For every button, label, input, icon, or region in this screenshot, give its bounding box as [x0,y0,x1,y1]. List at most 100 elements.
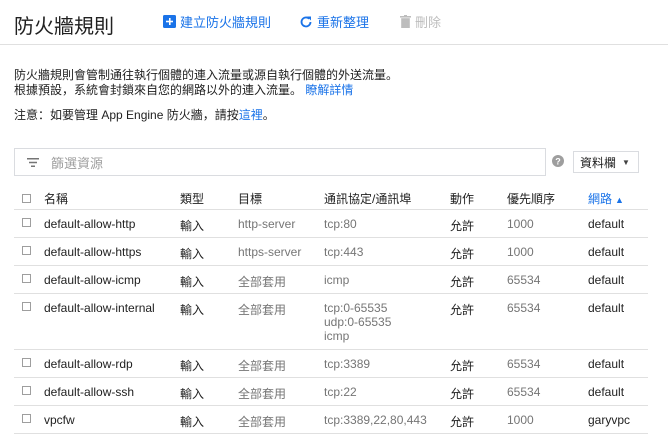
info-line-1: 防火牆規則會管制通往執行個體的連入流量或源自執行個體的外送流量。 [14,68,399,82]
create-label: 建立防火牆規則 [180,15,272,30]
rule-priority: 65534 [507,301,541,315]
rule-priority: 1000 [507,245,534,259]
row-checkbox[interactable] [22,358,31,367]
column-header-network[interactable]: 網路 ▲ [588,187,648,210]
rule-target: 全部套用 [238,387,287,401]
columns-label: 資料欄 [580,155,617,170]
rule-network[interactable]: default [588,266,648,287]
rule-protocol: tcp:443 [324,238,450,259]
table-header-row: 名稱 類型 目標 通訊協定/通訊埠 動作 優先順序 網路 ▲ [14,187,648,210]
table-row[interactable]: default-allow-rdp 輸入 全部套用 tcp:3389 允許 65534 de… [14,349,648,378]
protocol-line: tcp:80 [324,217,357,231]
column-header-protocol[interactable]: 通訊協定/通訊埠 [324,187,450,210]
svg-text:?: ? [555,156,561,166]
protocol-line: icmp [324,329,350,343]
row-checkbox[interactable] [22,246,31,255]
row-checkbox[interactable] [22,302,31,311]
rule-priority: 65534 [507,273,541,287]
rule-protocol: tcp:80 [324,210,450,231]
create-firewall-rule-button[interactable]: 建立防火牆規則 [163,12,271,31]
table-row[interactable]: default-allow-ssh 輸入 全部套用 tcp:22 允許 65534 defa… [14,377,648,406]
rule-network[interactable]: default [588,378,648,399]
rule-network[interactable]: default [588,294,648,315]
protocol-line: icmp [324,273,350,287]
table-row[interactable]: vpcfw 輸入 全部套用 tcp:3389,22,80,443 允許 1000 garyv… [14,405,648,434]
rule-action: 允許 [450,387,475,401]
dropdown-arrow-icon: ▼ [622,157,630,167]
row-checkbox[interactable] [22,218,31,227]
table-row[interactable]: default-allow-icmp 輸入 全部套用 icmp 允許 65534 defau… [14,265,648,294]
page-header: 防火牆規則 建立防火牆規則 重新整理 刪除 [0,0,668,45]
rule-type: 輸入 [180,359,205,373]
sort-ascending-icon: ▲ [615,194,624,205]
column-header-target[interactable]: 目標 [238,187,324,210]
rule-type: 輸入 [180,247,205,261]
firewall-rules-table: 名稱 類型 目標 通訊協定/通訊埠 動作 優先順序 網路 ▲ default-al… [14,187,648,434]
rule-priority: 1000 [507,217,534,231]
rule-type: 輸入 [180,387,205,401]
rule-network[interactable]: default [588,210,648,231]
help-icon[interactable]: ? [552,155,564,167]
row-checkbox[interactable] [22,386,31,395]
table-row[interactable]: default-allow-https 輸入 https-server tcp:443… [14,237,648,266]
delete-label: 刪除 [415,15,442,30]
rule-name[interactable]: default-allow-http [44,210,180,231]
rule-name[interactable]: default-allow-rdp [44,350,180,371]
rule-target: 全部套用 [238,415,287,429]
rule-type: 輸入 [180,303,205,317]
rule-protocol: tcp:22 [324,378,450,399]
rule-name[interactable]: default-allow-icmp [44,266,180,287]
rule-type: 輸入 [180,275,205,289]
rule-target: http-server [238,217,296,231]
learn-more-link[interactable]: 瞭解詳情 [305,83,353,97]
columns-button[interactable]: 資料欄 ▼ [573,151,639,173]
column-header-type[interactable]: 類型 [180,187,238,210]
protocol-line: tcp:3389,22,80,443 [324,413,427,427]
app-engine-note: 注意：如要管理 App Engine 防火牆，請按這裡。 [14,108,275,122]
rule-type: 輸入 [180,415,205,429]
rule-target: 全部套用 [238,303,287,317]
page-title: 防火牆規則 [14,16,114,38]
rule-action: 允許 [450,219,475,233]
rule-network[interactable]: default [588,238,648,259]
refresh-button[interactable]: 重新整理 [299,12,369,31]
protocol-line: tcp:443 [324,245,364,259]
rule-name[interactable]: default-allow-ssh [44,378,180,399]
rule-priority: 65534 [507,357,541,371]
rule-network[interactable]: garyvpc [588,406,648,427]
protocol-line: tcp:22 [324,385,357,399]
rule-protocol: tcp:3389,22,80,443 [324,406,450,427]
rule-action: 允許 [450,359,475,373]
rule-name[interactable]: vpcfw [44,406,180,427]
protocol-line: tcp:3389 [324,357,371,371]
rule-name[interactable]: default-allow-https [44,238,180,259]
rule-target: https-server [238,245,302,259]
row-checkbox[interactable] [22,414,31,423]
rule-name[interactable]: default-allow-internal [44,294,180,315]
rule-action: 允許 [450,275,475,289]
filter-icon [27,157,39,167]
trash-icon [400,15,411,28]
column-header-action[interactable]: 動作 [450,187,507,210]
rule-target: 全部套用 [238,359,287,373]
filter-bar[interactable]: 篩選資源 [14,148,546,176]
refresh-label: 重新整理 [317,15,370,30]
rule-target: 全部套用 [238,275,287,289]
app-engine-link[interactable]: 這裡 [239,108,263,122]
protocol-line: udp:0-65535 [324,315,392,329]
rule-protocol: icmp [324,266,450,287]
rule-network[interactable]: default [588,350,648,371]
rule-priority: 1000 [507,413,534,427]
rule-action: 允許 [450,247,475,261]
table-row[interactable]: default-allow-http 輸入 http-server tcp:80 允許 1… [14,209,648,238]
info-line-2: 根據預設，系統會封鎖來自您的網路以外的連入流量。 瞭解詳情 [14,83,354,97]
table-row[interactable]: default-allow-internal 輸入 全部套用 tcp:0-65535 u… [14,293,648,350]
row-checkbox[interactable] [22,274,31,283]
rule-protocol: tcp:0-65535 udp:0-65535 icmp [324,294,450,343]
filter-placeholder: 篩選資源 [51,155,104,171]
delete-button[interactable]: 刪除 [400,12,441,31]
select-all-checkbox[interactable] [22,193,31,203]
column-header-name[interactable]: 名稱 [44,187,180,210]
column-header-priority[interactable]: 優先順序 [507,187,588,210]
rule-type: 輸入 [180,219,205,233]
